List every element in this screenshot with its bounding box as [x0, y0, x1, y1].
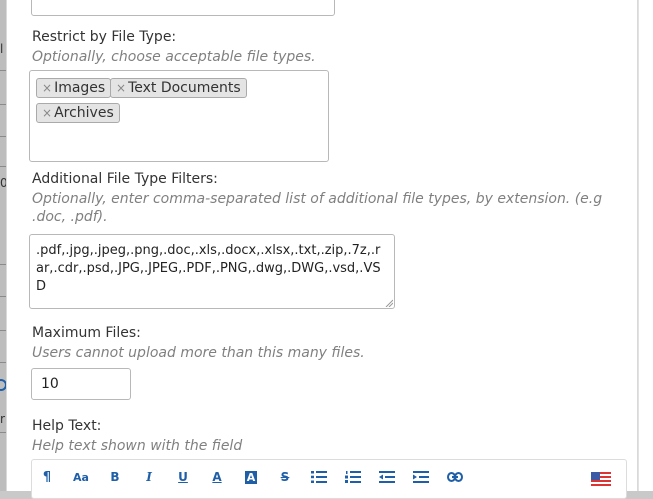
resize-grip-icon[interactable]	[385, 299, 393, 307]
help-text-editor-toolbar: ¶ Aa B I U A A S	[31, 459, 627, 499]
background-color-glyph: A	[244, 470, 258, 484]
font-size-button[interactable]: Aa	[69, 467, 93, 487]
us-flag-language-icon[interactable]	[591, 472, 611, 486]
maximum-files-label: Maximum Files:	[32, 325, 141, 341]
italic-button[interactable]: I	[137, 467, 161, 487]
insert-link-button[interactable]	[443, 467, 467, 487]
additional-filters-textarea[interactable]: .pdf,.jpg,.jpeg,.png,.doc,.xls,.docx,.xl…	[29, 234, 395, 309]
restrict-file-type-hint: Optionally, choose acceptable file types…	[32, 49, 316, 65]
outdent-icon	[379, 471, 395, 483]
restrict-file-type-label: Restrict by File Type:	[32, 29, 177, 45]
additional-filters-value: .pdf,.jpg,.jpeg,.png,.doc,.xls,.docx,.xl…	[36, 243, 381, 294]
additional-filters-hint: Optionally, enter comma-separated list o…	[32, 191, 603, 225]
indent-button[interactable]	[409, 467, 433, 487]
additional-filters-label: Additional File Type Filters:	[32, 171, 218, 187]
background-color-button[interactable]: A	[239, 467, 263, 487]
remove-tag-icon[interactable]: ×	[42, 106, 52, 120]
indent-icon	[413, 471, 429, 483]
underline-button[interactable]: U	[171, 467, 195, 487]
remove-tag-icon[interactable]: ×	[116, 81, 126, 95]
bold-button[interactable]: B	[103, 467, 127, 487]
numbered-list-button[interactable]	[341, 467, 365, 487]
remove-tag-icon[interactable]: ×	[42, 81, 52, 95]
outdent-button[interactable]	[375, 467, 399, 487]
tag-label: Archives	[54, 105, 114, 121]
help-text-hint: Help text shown with the field	[32, 438, 243, 454]
link-icon	[447, 472, 463, 482]
tag-label: Images	[54, 80, 106, 96]
file-type-tag-text-documents: × Text Documents	[110, 78, 247, 98]
file-type-multiselect[interactable]: × Images × Text Documents × Archives	[29, 70, 329, 162]
tag-label: Text Documents	[128, 80, 241, 96]
strikethrough-button[interactable]: S	[273, 467, 297, 487]
modal-scrollbar-track[interactable]	[638, 0, 653, 491]
numbered-list-icon	[345, 471, 361, 483]
maximum-files-input[interactable]: 10	[31, 368, 131, 400]
previous-field-input[interactable]	[31, 0, 335, 16]
maximum-files-hint: Users cannot upload more than this many …	[32, 345, 365, 361]
text-color-button[interactable]: A	[205, 467, 229, 487]
bullet-list-icon	[311, 471, 327, 483]
file-type-tag-images: × Images	[36, 78, 112, 98]
paragraph-format-button[interactable]: ¶	[35, 467, 59, 487]
bullet-list-button[interactable]	[307, 467, 331, 487]
help-text-label: Help Text:	[32, 418, 102, 434]
file-type-tag-archives: × Archives	[36, 103, 120, 123]
